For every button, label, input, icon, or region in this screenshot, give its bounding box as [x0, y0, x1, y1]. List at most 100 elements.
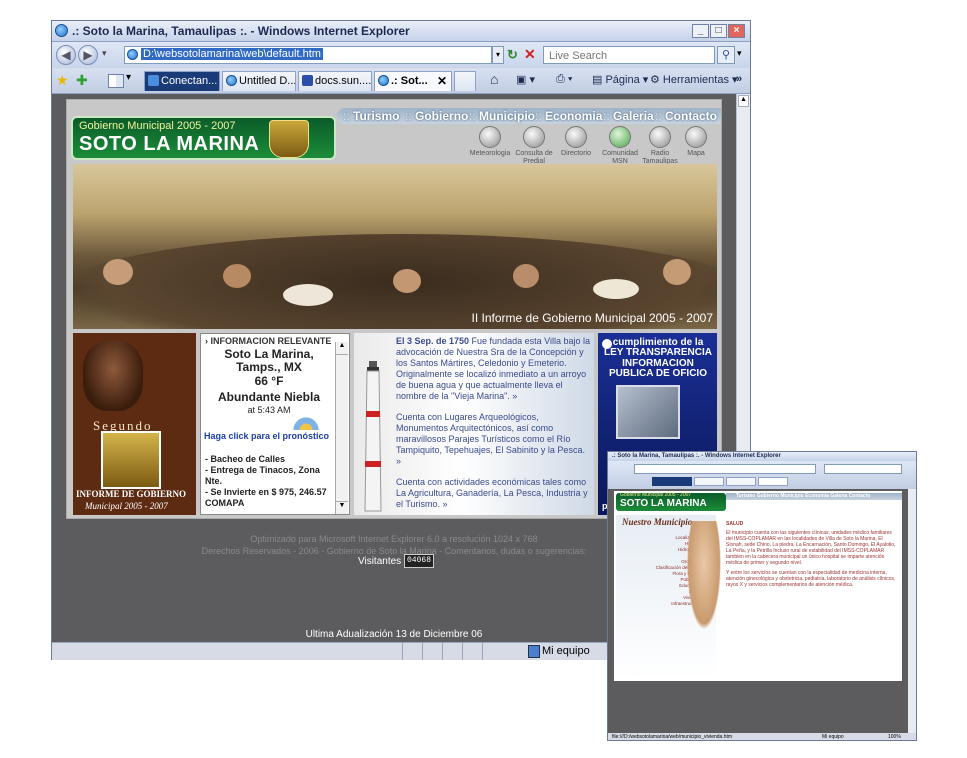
visits-label: Visitantes :	[358, 556, 407, 567]
inset-address-field[interactable]	[634, 464, 816, 474]
search-icon[interactable]: ⚲	[717, 46, 735, 64]
tab-label: Untitled D...	[239, 75, 296, 87]
new-tab-button[interactable]	[454, 71, 476, 91]
history-panel: El 3 Sep. de 1750 Fue fundada esta Villa…	[354, 333, 594, 515]
tools-menu[interactable]: ⚙ Herramientas ▾	[650, 73, 738, 86]
inset-toolbars	[608, 461, 916, 489]
back-button[interactable]: ◀	[56, 45, 76, 65]
tab-sun-icon	[302, 75, 313, 86]
inset-salud-title: SALUD	[726, 521, 744, 527]
tab-soto-active[interactable]: .: Sot... ✕	[374, 71, 452, 91]
history-p2[interactable]: Cuenta con Lugares Arqueológicos, Monume…	[396, 412, 592, 467]
tab-conectan[interactable]: Conectan...	[144, 71, 220, 91]
informe-line2: Municipal 2005 - 2007	[85, 501, 168, 511]
icon-label-directorio[interactable]: Directorio	[554, 150, 598, 158]
inset-site: Gobierno Municipal 2005 - 2007 SOTO LA M…	[614, 491, 902, 681]
search-field[interactable]	[543, 46, 715, 64]
history-dropdown-icon[interactable]: ▾	[102, 48, 107, 59]
search-input[interactable]	[547, 48, 711, 64]
inset-logo-title: SOTO LA MARINA	[620, 498, 707, 509]
minimize-button[interactable]: _	[692, 24, 709, 38]
add-favorite-icon[interactable]: ✚	[76, 72, 88, 89]
close-button[interactable]: ×	[728, 24, 745, 38]
inset-salud-p1: El municipio cuenta con las siguientes c…	[726, 530, 896, 566]
weather-condition: Abundante Niebla	[217, 390, 320, 404]
inset-menu[interactable]: Turismo Gobierno Municipio Economia Gale…	[726, 493, 902, 500]
print-icon[interactable]: ⎙ ▾	[556, 73, 572, 86]
tab-ie-icon	[226, 75, 237, 86]
refresh-icon[interactable]: ↻	[507, 47, 518, 63]
directory-icon[interactable]	[565, 126, 587, 148]
founding-date: El 3 Sep. de 1750	[396, 336, 470, 346]
history-text: El 3 Sep. de 1750 Fue fundada esta Villa…	[396, 336, 592, 510]
page-menu[interactable]: ▤ Página ▾	[592, 73, 648, 86]
forward-button[interactable]: ▶	[78, 45, 98, 65]
predial-icon[interactable]	[523, 126, 545, 148]
history-p3[interactable]: Cuenta con actividades económicas tales …	[396, 477, 592, 510]
inset-tab-dark[interactable]	[652, 477, 692, 486]
security-zone: Mi equipo	[542, 645, 590, 657]
info-scrollbar[interactable]: ▲ ▼	[335, 342, 348, 514]
computer-icon	[616, 385, 680, 439]
visits-counter: 04068	[404, 554, 434, 568]
inset-zone: Mi equipo	[822, 734, 844, 740]
address-field[interactable]: D:\websotolamarina\web\default.htm	[124, 46, 492, 64]
forecast-link[interactable]: Haga click para el pronóstico	[204, 431, 329, 441]
address-dropdown-icon[interactable]: ▾	[492, 46, 504, 64]
menu-label: Galeria	[613, 109, 654, 123]
radio-icon[interactable]	[649, 126, 671, 148]
map-icon[interactable]	[685, 126, 707, 148]
menu-label: Turismo	[353, 109, 400, 123]
informe-panel[interactable]: Segundo INFORME DE GOBIERNO Municipal 20…	[73, 333, 196, 515]
menu-galeria[interactable]: :: Galeria	[603, 109, 654, 123]
weather-icon[interactable]	[479, 126, 501, 148]
speaker-photo	[83, 341, 143, 411]
menu-turismo[interactable]: :: Turismo	[343, 109, 399, 123]
inset-salud-text: SALUD El municipio cuenta con las siguie…	[726, 521, 898, 588]
inset-scrollbar[interactable]	[908, 489, 916, 733]
scroll-up-icon[interactable]: ▲	[738, 95, 749, 107]
weather-icon	[293, 414, 319, 430]
icon-label-mapa[interactable]: Mapa	[674, 150, 718, 158]
site-logo[interactable]: Gobierno Municipal 2005 - 2007 SOTO LA M…	[71, 116, 336, 160]
scroll-down-icon[interactable]: ▼	[336, 501, 348, 514]
menu-economia[interactable]: :: Economia	[535, 109, 602, 123]
menu-municipio[interactable]: :: Municipio	[469, 109, 535, 123]
inset-logo[interactable]: Gobierno Municipal 2005 - 2007 SOTO LA M…	[616, 492, 726, 511]
search-options-icon[interactable]: ▾	[737, 48, 742, 59]
inset-title: .: Soto la Marina, Tamaulipas :. - Windo…	[608, 452, 916, 461]
news-item[interactable]: - Entrega de Tinacos, Zona Nte.	[205, 465, 337, 487]
favorites-star-icon[interactable]: ★	[56, 72, 69, 89]
tab-label: Conectan...	[161, 75, 218, 87]
home-icon[interactable]: ⌂	[490, 71, 498, 87]
tab-docs-sun[interactable]: docs.sun....	[298, 71, 372, 91]
address-text: D:\websotolamarina\web\default.htm	[141, 48, 323, 60]
menu-label: Municipio	[479, 109, 536, 123]
logo-subtitle: Gobierno Municipal 2005 - 2007	[79, 120, 236, 132]
tab-close-icon[interactable]: ✕	[437, 72, 447, 90]
scroll-up-icon[interactable]: ▲	[336, 342, 348, 355]
inset-zoom[interactable]: 100%	[888, 733, 901, 740]
tab-untitled[interactable]: Untitled D...	[222, 71, 296, 91]
menu-contacto[interactable]: :: Contacto	[655, 109, 717, 123]
informe-crest-icon	[101, 431, 161, 489]
tab-list-icon[interactable]: ▾	[126, 72, 131, 83]
msn-icon[interactable]	[609, 126, 631, 148]
menu-label: Gobierno	[415, 109, 469, 123]
inset-tab[interactable]	[726, 477, 756, 486]
feeds-icon[interactable]: ▣ ▾	[516, 73, 535, 86]
inset-search-field[interactable]	[824, 464, 902, 474]
menu-gobierno[interactable]: :: Gobierno	[405, 109, 468, 123]
maximize-button[interactable]: □	[710, 24, 727, 38]
inset-tab-active[interactable]	[758, 477, 788, 486]
quick-tabs-icon[interactable]	[108, 74, 124, 88]
inset-tab[interactable]	[694, 477, 724, 486]
inset-dancer-image	[684, 521, 724, 641]
icon-label-meteorologia[interactable]: Meteorologia	[468, 150, 512, 158]
tab-ie-icon	[378, 75, 389, 86]
toolbar-overflow-icon[interactable]: »	[736, 73, 742, 85]
page-menu-label: Página	[605, 74, 640, 86]
stop-icon[interactable]: ✕	[524, 46, 536, 63]
news-item[interactable]: - Se Invierte en $ 975, 246.57 COMAPA	[205, 487, 337, 509]
news-item[interactable]: - Bacheo de Calles	[205, 454, 337, 465]
